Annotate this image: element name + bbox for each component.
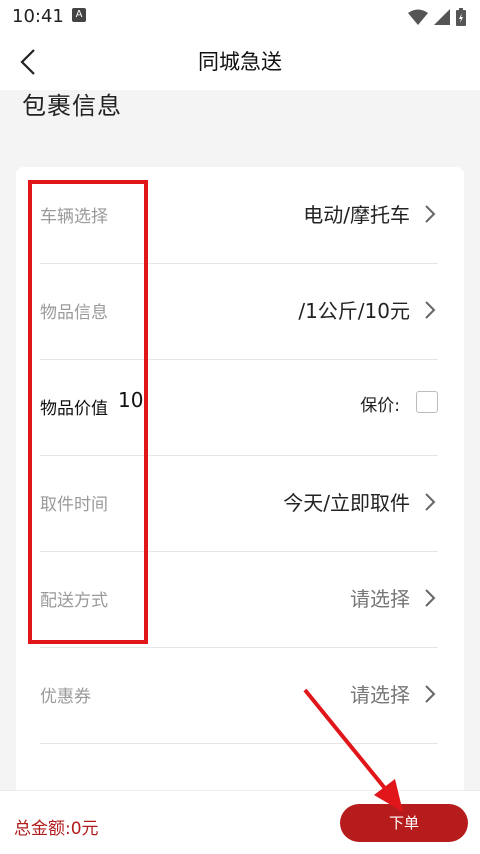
status-bar: 10:41 A — [0, 0, 480, 34]
chevron-right-icon — [425, 685, 436, 703]
order-button[interactable]: 下单 — [340, 804, 468, 842]
item-info-value: /1公斤/10元 — [298, 299, 410, 323]
vehicle-value: 电动/摩托车 — [303, 203, 410, 227]
delivery-method-value: 请选择 — [350, 587, 410, 611]
chevron-right-icon — [425, 493, 436, 511]
coupon-row[interactable]: 优惠券 请选择 — [40, 647, 438, 744]
notification-a-icon: A — [72, 8, 86, 22]
coupon-value: 请选择 — [350, 683, 410, 707]
page-title: 同城急送 — [198, 50, 282, 74]
chevron-right-icon — [425, 301, 436, 319]
coupon-label: 优惠券 — [40, 687, 91, 707]
insurance-label: 保价: — [360, 396, 400, 416]
pickup-time-value: 今天/立即取件 — [283, 491, 410, 515]
battery-icon — [456, 8, 466, 26]
status-time: 10:41 — [12, 6, 64, 27]
wifi-icon — [408, 9, 428, 25]
status-icons — [408, 8, 466, 26]
section-title: 包裹信息 — [22, 92, 122, 120]
chevron-right-icon — [425, 205, 436, 223]
signal-icon — [434, 9, 450, 25]
highlight-annotation-box — [28, 180, 148, 644]
insurance-checkbox[interactable] — [416, 391, 438, 413]
chevron-right-icon — [425, 589, 436, 607]
bottom-bar: 总金额:0元 下单 — [0, 790, 480, 854]
total-amount: 总金额:0元 — [14, 819, 99, 839]
navigation-bar: 同城急送 — [0, 34, 480, 90]
